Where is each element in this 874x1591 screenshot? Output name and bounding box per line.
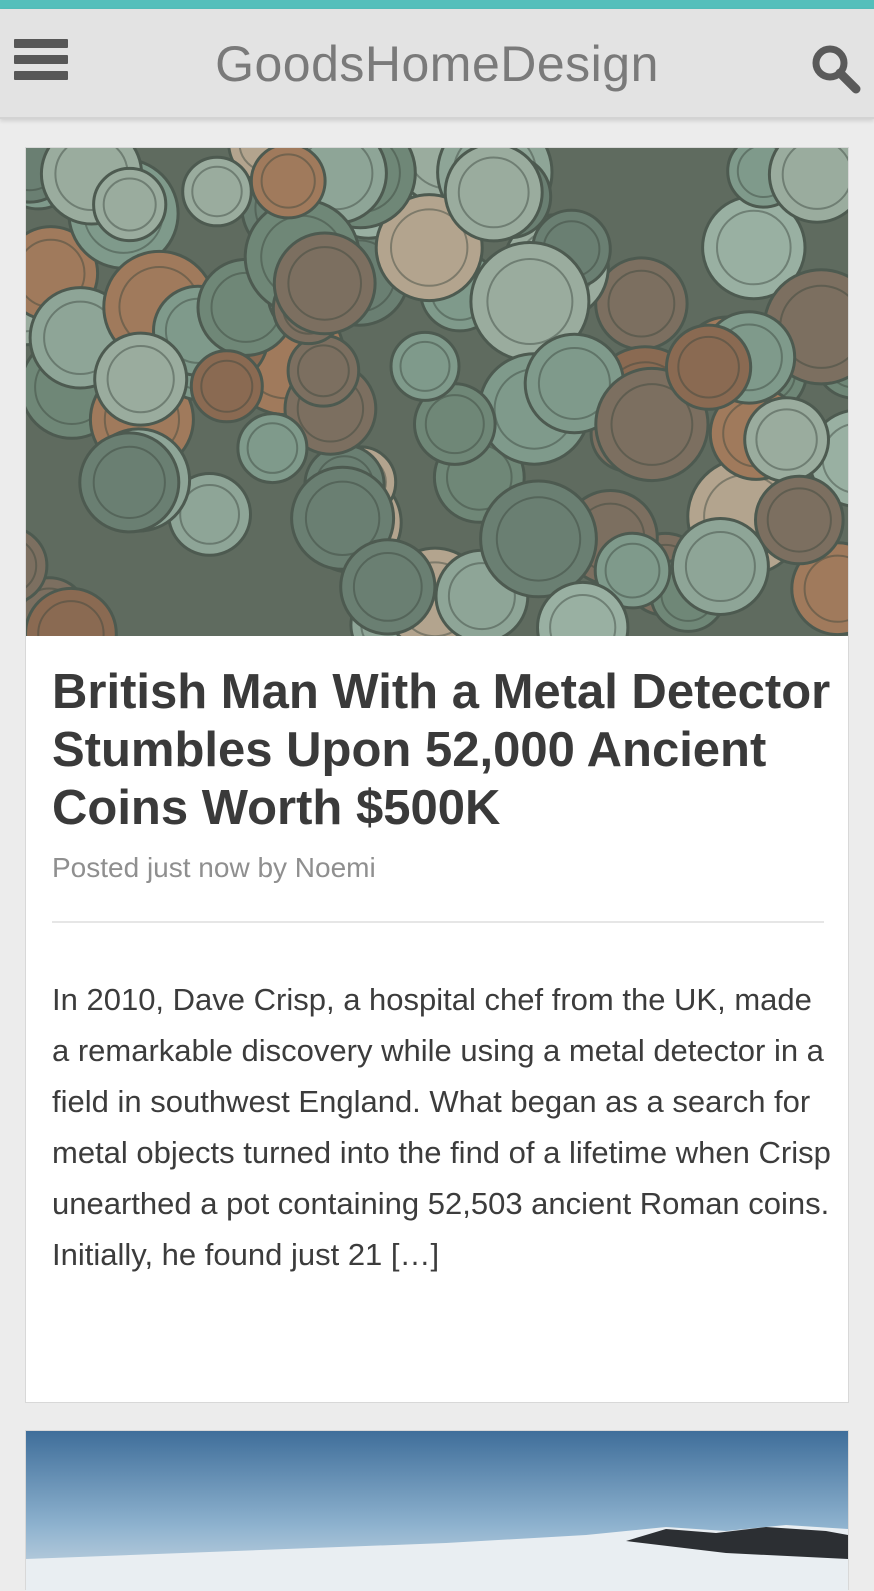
accent-bar <box>0 0 874 9</box>
site-header: GoodsHomeDesign <box>0 9 874 119</box>
post-card: British Man With a Metal Detector Stumbl… <box>25 147 849 1403</box>
post-card <box>25 1430 849 1591</box>
search-icon[interactable] <box>810 43 862 95</box>
post-featured-image[interactable] <box>26 148 848 636</box>
divider <box>52 921 824 923</box>
post-meta: Posted just now by Noemi <box>52 852 376 883</box>
site-title[interactable]: GoodsHomeDesign <box>0 35 874 93</box>
post-excerpt: In 2010, Dave Crisp, a hospital chef fro… <box>52 982 831 1272</box>
post-featured-image[interactable] <box>26 1431 848 1591</box>
post-title[interactable]: British Man With a Metal Detector Stumbl… <box>52 663 832 837</box>
